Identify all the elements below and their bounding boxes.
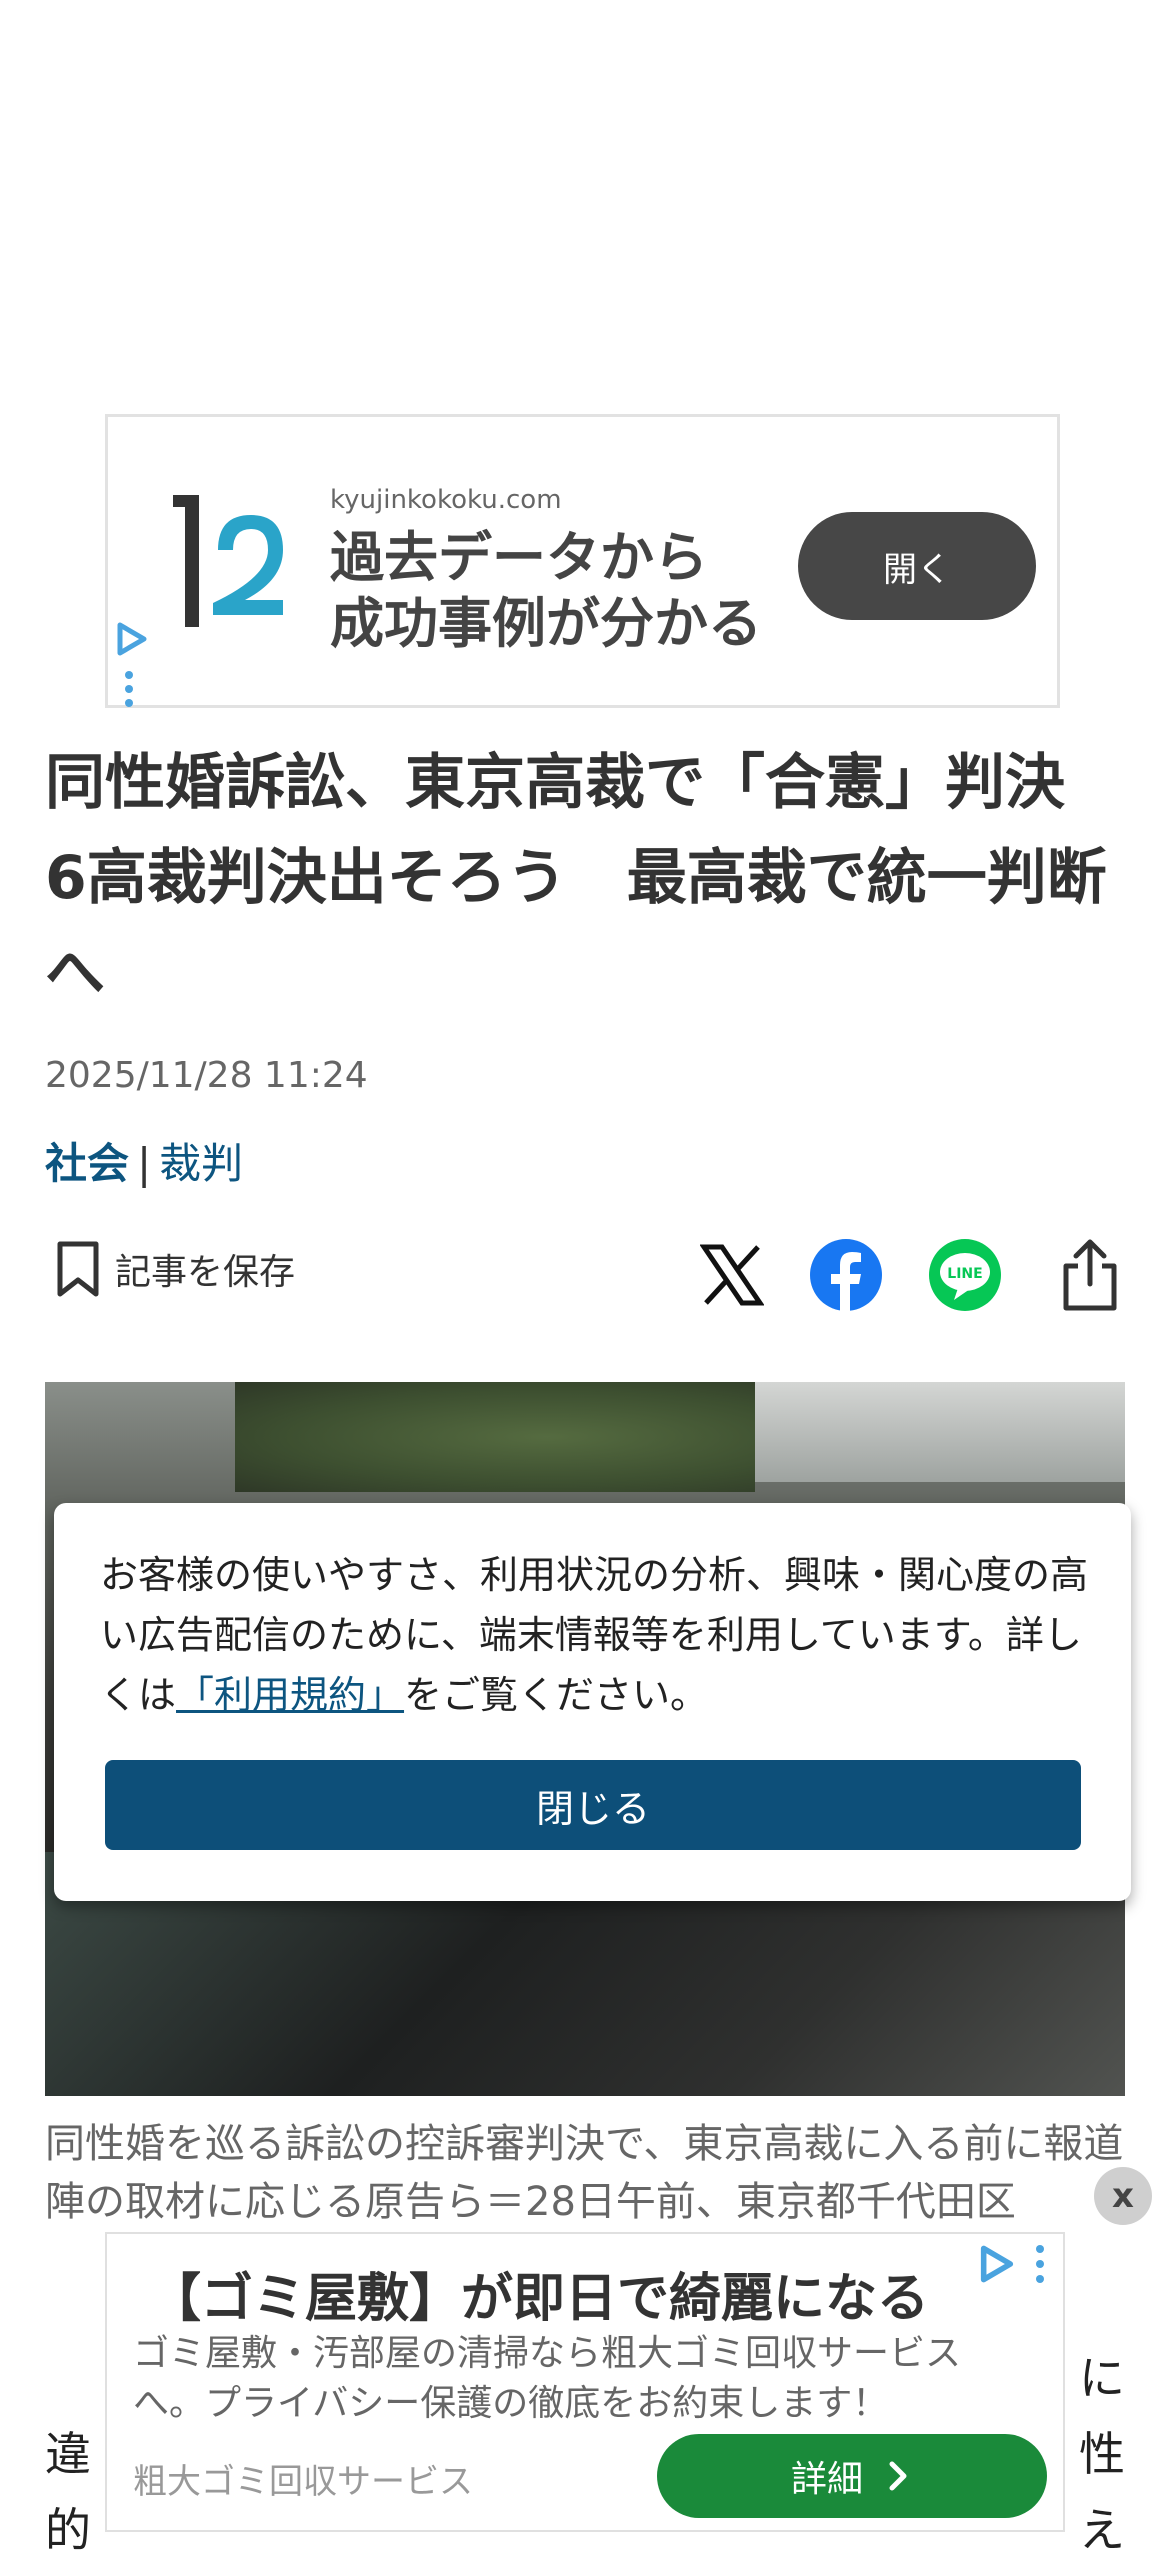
article-date: 2025/11/28 11:24 — [45, 1055, 368, 1096]
consent-close-button[interactable]: 閉じる — [105, 1760, 1081, 1850]
consent-text: お客様の使いやすさ、利用状況の分析、興味・関心度の高い広告配信のために、端末情報… — [100, 1545, 1100, 1725]
body-line3-start: 的 — [45, 2503, 91, 2557]
bottom-ad-brand: 粗大ゴミ回収サービス — [133, 2462, 473, 2502]
line-icon-label: LINE — [947, 1266, 983, 1282]
bookmark-icon — [57, 1241, 99, 1297]
share-icon — [1063, 1239, 1117, 1311]
save-article-button[interactable]: 記事を保存 — [55, 1240, 295, 1298]
bottom-ad-detail-button[interactable]: 詳細 — [657, 2434, 1047, 2518]
share-line-button[interactable]: LINE — [925, 1235, 1005, 1315]
category-link-society[interactable]: 社会 — [45, 1139, 129, 1188]
facebook-icon — [810, 1239, 882, 1312]
bottom-ad-banner[interactable]: 【ゴミ屋敷】が即日で綺麗になる ゴミ屋敷・汚部屋の清掃なら粗大ゴミ回収サービスへ… — [105, 2232, 1065, 2532]
ad-headline: 過去データから 成功事例が分かる — [330, 525, 800, 657]
terms-link[interactable]: 「利用規約」 — [176, 1673, 404, 1717]
ad-close-button[interactable]: x — [1094, 2167, 1152, 2225]
adchoices-icon[interactable] — [977, 2244, 1017, 2284]
bottom-ad-title: 【ゴミ屋敷】が即日で綺麗になる — [149, 2269, 930, 2329]
consent-dialog: お客様の使いやすさ、利用状況の分析、興味・関心度の高い広告配信のために、端末情報… — [54, 1503, 1131, 1901]
top-ad-banner[interactable]: kyujinkokoku.com 過去データから 成功事例が分かる 開く — [105, 414, 1060, 708]
bottom-ad-description: ゴミ屋敷・汚部屋の清掃なら粗大ゴミ回収サービスへ。プライバシー保護の徹底をお約束… — [133, 2333, 962, 2424]
category-links: 社会 | 裁判 — [45, 1130, 243, 1191]
body-line3-end: え — [1079, 2503, 1125, 2557]
more-vertical-icon[interactable] — [1035, 2244, 1045, 2284]
ad-logo — [173, 495, 283, 627]
photo-background-trees — [235, 1382, 755, 1492]
category-link-trial[interactable]: 裁判 — [159, 1139, 243, 1188]
x-icon — [700, 1244, 764, 1306]
save-article-label: 記事を保存 — [115, 1252, 296, 1293]
consent-text-end: をご覧ください。 — [404, 1673, 709, 1717]
share-facebook-button[interactable] — [806, 1235, 886, 1315]
share-x-button[interactable] — [692, 1235, 772, 1315]
adchoices-icon[interactable] — [114, 621, 150, 657]
body-line1-end: に — [1079, 2351, 1125, 2405]
body-line2-start: 違 — [45, 2427, 91, 2481]
body-line2-end: 性 — [1079, 2427, 1125, 2481]
ad-headline-line1: 過去データから — [330, 526, 708, 589]
chevron-right-icon — [889, 2461, 907, 2491]
ad-headline-line2: 成功事例が分かる — [330, 592, 762, 655]
category-separator: | — [137, 1139, 152, 1188]
ad-domain: kyujinkokoku.com — [330, 485, 562, 515]
share-button[interactable] — [1050, 1235, 1130, 1315]
bottom-ad-detail-label: 詳細 — [790, 2459, 863, 2500]
article-title: 同性婚訴訟、東京高裁で「合憲」判決 6高裁判決出そろう 最高裁で統一判断へ — [45, 748, 1125, 1008]
more-vertical-icon[interactable] — [124, 671, 134, 707]
ad-open-button[interactable]: 開く — [798, 512, 1036, 620]
photo-caption: 同性婚を巡る訴訟の控訴審判決で、東京高裁に入る前に報道陣の取材に応じる原告ら＝2… — [45, 2121, 1124, 2225]
